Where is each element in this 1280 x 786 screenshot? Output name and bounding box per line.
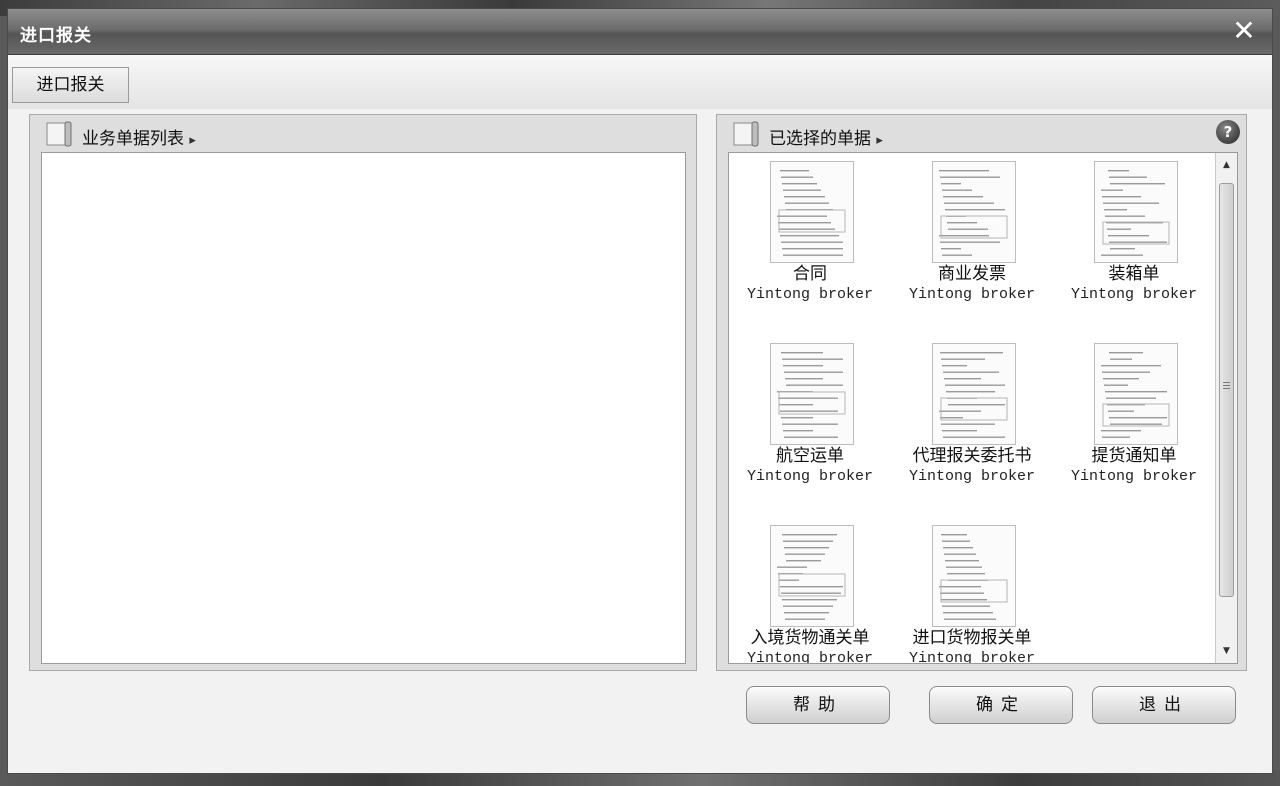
document-name: 商业发票 (938, 264, 1006, 284)
document-owner: Yintong broker (1070, 468, 1198, 485)
vertical-scrollbar[interactable]: ▲ ▼ (1215, 153, 1237, 663)
panel-header: 已选择的单据 ▸ ? (717, 115, 1246, 151)
tab-strip: 进口报关 (8, 55, 1272, 109)
document-name: 提货通知单 (1091, 446, 1177, 466)
document-thumbnail (1094, 343, 1178, 445)
document-owner: Yintong broker (746, 650, 874, 664)
panel-header: 业务单据列表 ▸ (30, 115, 696, 151)
document-owner: Yintong broker (908, 468, 1036, 485)
document-owner: Yintong broker (1070, 286, 1198, 303)
document-name: 进口货物报关单 (912, 628, 1032, 648)
document-item[interactable]: 装箱单 Yintong broker (1059, 153, 1209, 313)
document-item[interactable]: 商业发票 Yintong broker (897, 153, 1047, 313)
document-name: 航空运单 (776, 446, 844, 466)
document-item[interactable]: 入境货物通关单 Yintong broker (735, 517, 885, 664)
document-thumbnail (770, 525, 854, 627)
document-name: 入境货物通关单 (750, 628, 870, 648)
document-grid: 合同 Yintong broker 商业发票 Yintong broker 装箱单 Yin… (729, 153, 1219, 663)
business-documents-panel: 业务单据列表 ▸ (29, 114, 697, 671)
tab-import-customs[interactable]: 进口报关 (12, 67, 129, 103)
scroll-thumb[interactable] (1219, 183, 1234, 597)
selected-documents-panel: 已选择的单据 ▸ ? 合同 Yintong broker 商业发票 Yintong b… (716, 114, 1247, 671)
document-thumbnail (770, 161, 854, 263)
document-owner: Yintong broker (908, 286, 1036, 303)
document-item[interactable]: 进口货物报关单 Yintong broker (897, 517, 1047, 664)
confirm-button[interactable]: 确定 (929, 686, 1073, 724)
business-documents-title: 业务单据列表 ▸ (82, 129, 196, 149)
dialog-titlebar: 进口报关 ✕ (8, 9, 1272, 55)
document-thumbnail (932, 343, 1016, 445)
document-thumbnail (770, 343, 854, 445)
import-customs-dialog: 进口报关 ✕ 进口报关 业务单据列表 ▸ 已选择的单据 ▸ ? 合同 Yinto… (7, 8, 1273, 774)
document-owner: Yintong broker (746, 468, 874, 485)
document-name: 代理报关委托书 (912, 446, 1032, 466)
document-thumbnail (932, 161, 1016, 263)
business-documents-list[interactable] (41, 152, 686, 664)
document-thumbnail (1094, 161, 1178, 263)
dialog-title: 进口报关 (20, 26, 92, 46)
document-item[interactable]: 代理报关委托书 Yintong broker (897, 335, 1047, 495)
grip-icon (1223, 382, 1230, 383)
document-item[interactable]: 航空运单 Yintong broker (735, 335, 885, 495)
document-name: 合同 (793, 264, 827, 284)
expand-arrow-icon[interactable]: ▸ (189, 133, 196, 148)
book-icon (733, 121, 759, 147)
scroll-down-icon[interactable]: ▼ (1216, 641, 1237, 661)
document-item[interactable]: 合同 Yintong broker (735, 153, 885, 313)
selected-documents-title: 已选择的单据 ▸ (769, 129, 883, 149)
exit-button[interactable]: 退出 (1092, 686, 1236, 724)
expand-arrow-icon[interactable]: ▸ (876, 133, 883, 148)
help-icon[interactable]: ? (1216, 120, 1240, 144)
scroll-up-icon[interactable]: ▲ (1216, 155, 1237, 175)
close-icon[interactable]: ✕ (1230, 17, 1258, 45)
document-name: 装箱单 (1108, 264, 1160, 284)
book-icon (46, 121, 72, 147)
help-button[interactable]: 帮助 (746, 686, 890, 724)
document-thumbnail (932, 525, 1016, 627)
document-owner: Yintong broker (908, 650, 1036, 664)
document-item[interactable]: 提货通知单 Yintong broker (1059, 335, 1209, 495)
document-owner: Yintong broker (746, 286, 874, 303)
selected-documents-list: 合同 Yintong broker 商业发票 Yintong broker 装箱单 Yin… (728, 152, 1238, 664)
